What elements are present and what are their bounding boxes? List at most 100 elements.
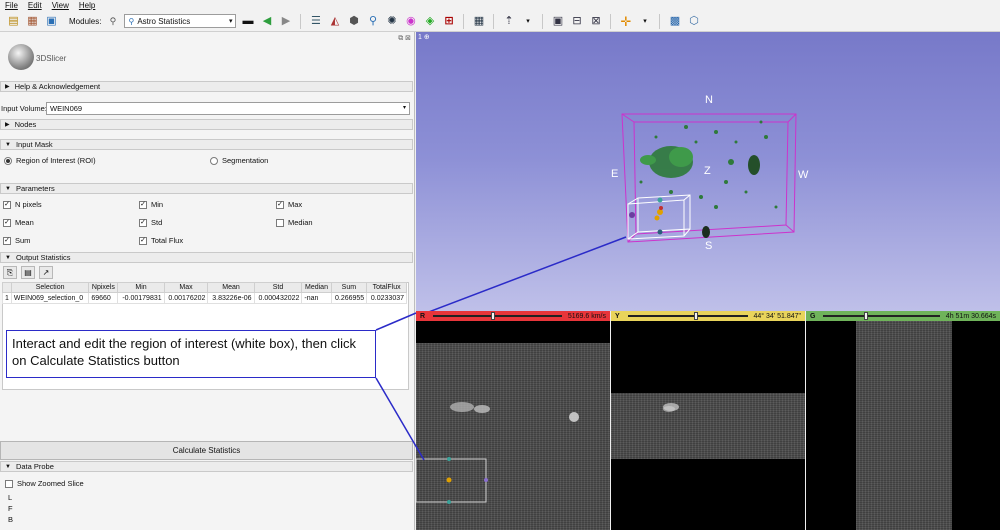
table-cell-mean[interactable]: 3.83226e-06	[207, 292, 255, 304]
table-cell-npixels[interactable]: 69660	[88, 292, 119, 304]
segment-editor-icon[interactable]: ◈	[422, 14, 437, 29]
table-header-npixels[interactable]: Npixels	[88, 282, 119, 293]
forward-arrow-icon[interactable]: ▶	[278, 14, 293, 29]
models-module-icon[interactable]: ⬢	[346, 14, 361, 29]
green-slice-controller[interactable]: G 4h 51m 30.664s	[806, 311, 1000, 321]
table-header-median[interactable]: Median	[301, 282, 332, 293]
table-header-std[interactable]: Std	[253, 282, 303, 293]
checkbox-show-zoomed-slice[interactable]	[5, 479, 13, 488]
mouse-mode-icon[interactable]: ⇡	[501, 14, 516, 29]
crosshair-icon[interactable]: ✛	[618, 14, 633, 29]
table-cell-totalflux[interactable]: 0.0233037	[366, 292, 407, 304]
3d-view[interactable]: 1 ⊕ N S E W Z	[416, 32, 1000, 311]
data-module-icon[interactable]: ☰	[308, 14, 323, 29]
checkbox-total-flux[interactable]: ✓	[139, 236, 147, 245]
astro-module-icon[interactable]: ⊞	[441, 14, 456, 29]
table-header-selection[interactable]: Selection	[10, 282, 90, 293]
red-slice-view[interactable]: R 5169.6 km/s	[416, 311, 610, 530]
roi-handle[interactable]	[657, 197, 663, 203]
table-cell-std[interactable]: 0.000432022	[253, 292, 303, 304]
mask-roi-option[interactable]: Region of Interest (ROI)	[4, 156, 96, 165]
table-header-sum[interactable]: Sum	[330, 282, 368, 293]
section-parameters-label: Parameters	[15, 184, 55, 193]
table-header-max[interactable]: Max	[163, 282, 209, 293]
section-data-probe[interactable]: ▼ Data Probe	[0, 461, 413, 472]
plot-chart-icon[interactable]: ↗	[39, 266, 53, 279]
mask-segmentation-option[interactable]: Segmentation	[210, 156, 268, 165]
section-nodes[interactable]: ▶ Nodes	[0, 119, 413, 130]
green-slice-slider[interactable]	[823, 312, 940, 320]
copy-table-icon[interactable]: ⎘	[3, 266, 17, 279]
markups-module-icon[interactable]: ◉	[403, 14, 418, 29]
checkbox-npixels[interactable]: ✓	[3, 200, 11, 209]
section-help[interactable]: ▶ Help & Acknowledgement	[0, 81, 413, 92]
section-parameters[interactable]: ▼ Parameters	[0, 183, 413, 194]
search-icon[interactable]: ⚲	[365, 14, 380, 29]
menu-file[interactable]: File	[5, 1, 18, 10]
load-data-icon[interactable]: ▤	[6, 14, 21, 29]
table-cell-max[interactable]: 0.00176202	[163, 292, 209, 304]
param-min[interactable]: ✓ Min	[139, 200, 163, 209]
module-selector[interactable]: ⚲ Astro Statistics ▾	[124, 14, 237, 28]
load-dicom-icon[interactable]: ▦	[25, 14, 40, 29]
layout-icon[interactable]: ▦	[471, 14, 486, 29]
table-cell-min[interactable]: -0.00179831	[117, 292, 165, 304]
module-selector-value: Astro Statistics	[137, 16, 191, 26]
param-median[interactable]: Median	[276, 218, 313, 227]
table-header-min[interactable]: Min	[117, 282, 165, 293]
checkbox-median[interactable]	[276, 218, 284, 227]
radio-roi[interactable]	[4, 156, 12, 165]
table-cell-median[interactable]: -nan	[301, 292, 332, 304]
yellow-slice-view[interactable]: Y 44° 34' 51.847"	[611, 311, 805, 530]
table-cell-sum[interactable]: 0.266955	[330, 292, 368, 304]
section-input-mask[interactable]: ▼ Input Mask	[0, 139, 413, 150]
screenshot-icon[interactable]: ▣	[550, 14, 565, 29]
table-header-totalflux[interactable]: TotalFlux	[366, 282, 407, 293]
checkbox-max[interactable]: ✓	[276, 200, 284, 209]
scene-view-icon[interactable]: ⊟	[569, 14, 584, 29]
module-search-icon[interactable]: ⚲	[105, 14, 120, 29]
checkbox-std[interactable]: ✓	[139, 218, 147, 227]
param-std[interactable]: ✓ Std	[139, 218, 162, 227]
transforms-module-icon[interactable]: ✺	[384, 14, 399, 29]
checkbox-sum[interactable]: ✓	[3, 236, 11, 245]
menu-view[interactable]: View	[52, 1, 69, 10]
crosshair-dropdown-icon[interactable]: ▾	[637, 14, 652, 29]
volumes-module-icon[interactable]: ◭	[327, 14, 342, 29]
table-cell-selection[interactable]: WEIN069_selection_0	[10, 292, 90, 304]
param-mean[interactable]: ✓ Mean	[3, 218, 34, 227]
param-total-flux[interactable]: ✓ Total Flux	[139, 236, 183, 245]
extension-manager-icon[interactable]: ▩	[667, 14, 682, 29]
green-slice-slider-handle[interactable]	[864, 312, 869, 320]
radio-segmentation[interactable]	[210, 156, 218, 165]
param-sum[interactable]: ✓ Sum	[3, 236, 30, 245]
param-npixels[interactable]: ✓ N pixels	[3, 200, 42, 209]
calculate-statistics-button[interactable]: Calculate Statistics	[0, 441, 413, 460]
roi-handle[interactable]	[659, 206, 663, 210]
param-total-flux-label: Total Flux	[151, 236, 184, 245]
roi-handle[interactable]	[629, 212, 635, 218]
roi-handle[interactable]	[654, 215, 660, 221]
green-slice-view[interactable]: G 4h 51m 30.664s	[806, 311, 1000, 530]
checkbox-min[interactable]: ✓	[139, 200, 147, 209]
back-arrow-icon[interactable]: ◀	[259, 14, 274, 29]
section-output-statistics[interactable]: ▼ Output Statistics	[0, 252, 413, 263]
table-header-mean[interactable]: Mean	[207, 282, 255, 293]
menu-edit[interactable]: Edit	[28, 1, 42, 10]
module-panel: 3DSlicer ⧉ ⊠ ▶ Help & Acknowledgement In…	[0, 32, 415, 530]
show-zoomed-slice-option[interactable]: Show Zoomed Slice	[5, 479, 84, 488]
module-list-icon[interactable]: ▬	[240, 14, 255, 29]
menu-help[interactable]: Help	[79, 1, 95, 10]
checkbox-mean[interactable]: ✓	[3, 218, 11, 227]
roi-center-handle[interactable]	[657, 209, 663, 215]
roi-handle[interactable]	[657, 229, 663, 235]
python-console-icon[interactable]: ⬡	[686, 14, 701, 29]
param-max[interactable]: ✓ Max	[276, 200, 302, 209]
input-volume-select[interactable]: WEIN069 ▾	[46, 102, 410, 115]
paste-table-icon[interactable]: ▤	[21, 266, 35, 279]
table-row[interactable]: 1 WEIN069_selection_0 69660 -0.00179831 …	[2, 292, 407, 304]
save-icon[interactable]: ▣	[44, 14, 59, 29]
panel-float-close-icons[interactable]: ⧉ ⊠	[398, 34, 411, 43]
crosshair-view-icon[interactable]: ⊠	[588, 14, 603, 29]
mouse-mode-dropdown-icon[interactable]: ▾	[520, 14, 535, 29]
